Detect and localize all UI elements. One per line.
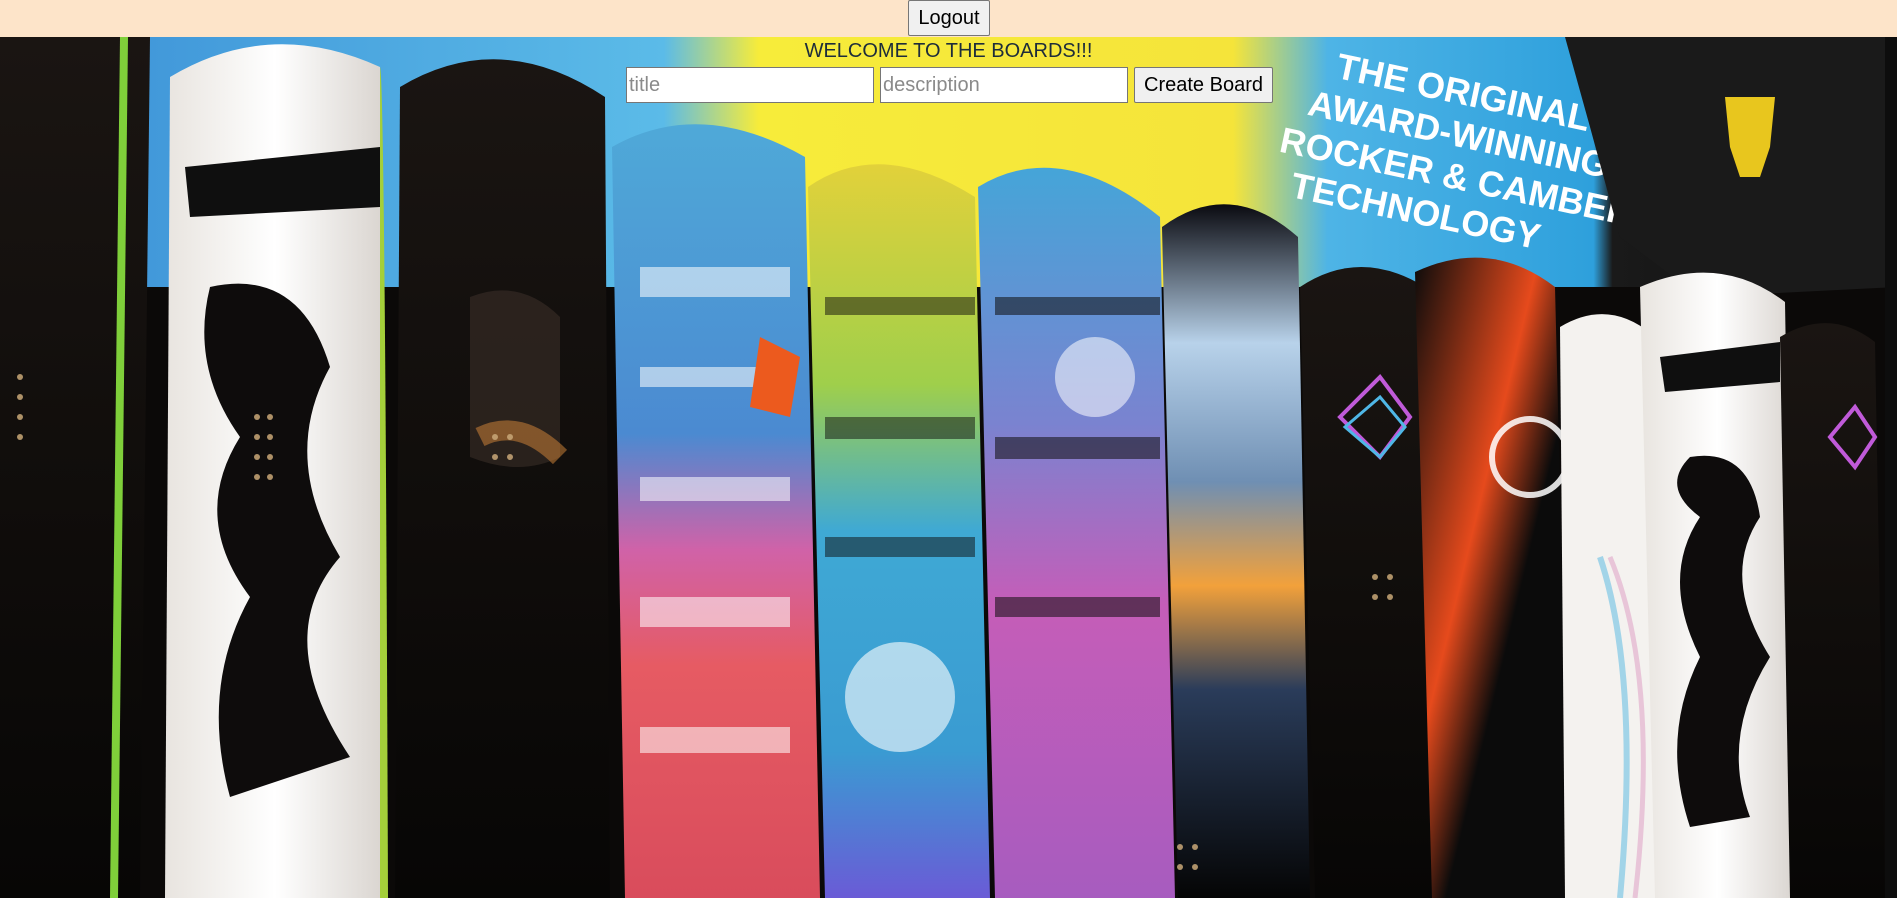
board-form-area: WELCOME TO THE BOARDS!!! Create Board bbox=[0, 37, 1897, 107]
background-image: THE ORIGINAL AWARD-WINNING ROCKER & CAMB… bbox=[0, 37, 1897, 898]
welcome-heading: WELCOME TO THE BOARDS!!! bbox=[804, 40, 1093, 62]
title-input[interactable] bbox=[626, 67, 874, 103]
create-board-form: Create Board bbox=[626, 67, 1273, 103]
logout-button[interactable]: Logout bbox=[908, 0, 990, 36]
page: Logout THE ORIGINAL AWARD-WINNING ROCKER… bbox=[0, 0, 1897, 898]
top-bar: Logout bbox=[0, 0, 1897, 37]
create-board-button[interactable]: Create Board bbox=[1134, 67, 1273, 103]
description-input[interactable] bbox=[880, 67, 1128, 103]
